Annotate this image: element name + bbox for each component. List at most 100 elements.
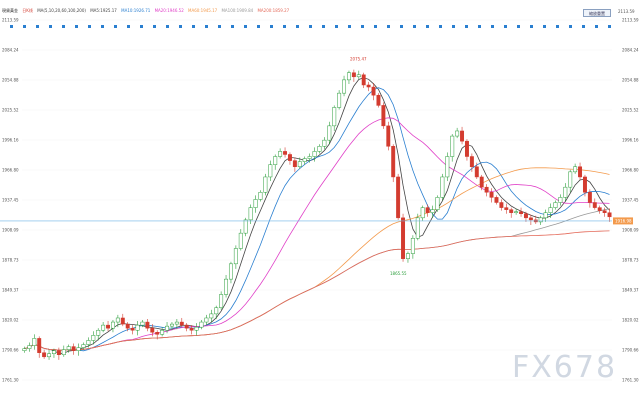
candle-body	[135, 324, 140, 331]
candle-body	[243, 219, 248, 234]
candle-body	[460, 130, 465, 142]
y-tick-label-right: 1937.45	[622, 197, 639, 202]
candle-body	[410, 238, 415, 254]
candle-body	[51, 350, 56, 354]
y-tick-label-right: 2084.24	[622, 47, 639, 52]
candle-body	[302, 158, 307, 162]
candle-body	[297, 161, 302, 167]
candle-body	[219, 294, 224, 309]
annotation-label: 1865.55	[390, 271, 407, 276]
candle-body	[155, 332, 160, 335]
watermark-logo: FX678	[512, 350, 618, 385]
ma20-line	[24, 117, 610, 351]
candle-body	[263, 176, 268, 193]
candle-body	[76, 347, 81, 351]
candle-body	[425, 207, 430, 213]
candle-body	[258, 192, 263, 200]
candle-body	[120, 317, 125, 325]
candle-body	[351, 72, 356, 78]
candle-body	[484, 186, 489, 193]
candle-body	[346, 72, 351, 81]
candle-body	[101, 324, 106, 331]
candle-body	[287, 154, 292, 161]
candle-body	[381, 105, 386, 127]
candle-body	[371, 86, 376, 96]
candle-body	[597, 207, 602, 211]
candle-body	[179, 321, 184, 326]
y-tick-label-right: 1996.16	[622, 138, 639, 143]
candle-body	[189, 327, 194, 331]
candle-body	[283, 151, 288, 155]
candle-body	[568, 171, 573, 188]
candle-body	[292, 160, 297, 167]
candle-body	[233, 248, 238, 265]
candle-body	[504, 207, 509, 210]
candle-body	[514, 211, 519, 213]
candle-body	[278, 151, 283, 157]
moving-average-lines	[24, 77, 610, 355]
candle-body	[553, 202, 558, 208]
y-tick-label: 1878.73	[2, 258, 19, 263]
y-tick-label-right: 1849.37	[622, 288, 639, 293]
y-tick-label: 1966.80	[2, 168, 19, 173]
candle-body	[312, 151, 317, 157]
candle-body	[150, 327, 155, 333]
candle-body	[96, 329, 101, 336]
candle-body	[86, 340, 91, 345]
y-tick-label: 1937.45	[2, 197, 19, 202]
candle-body	[71, 346, 76, 351]
candle-body	[548, 207, 553, 213]
candle-body	[317, 146, 322, 152]
y-tick-label: 1849.37	[2, 288, 19, 293]
candle-body	[130, 327, 135, 331]
y-tick-label-right: 2025.52	[622, 107, 639, 112]
candle-body	[356, 74, 361, 78]
candle-body	[165, 325, 170, 331]
candle-body	[337, 92, 342, 108]
candle-body	[56, 350, 61, 356]
ma200-line	[24, 230, 610, 351]
candle-body	[420, 207, 425, 219]
candle-body	[110, 321, 115, 329]
candle-body	[332, 107, 337, 127]
price-chart[interactable]: 1916.982075.471865.551737.71 2113.592113…	[0, 0, 640, 400]
candle-body	[499, 202, 504, 208]
y-tick-label: 1996.16	[2, 138, 19, 143]
y-tick-label-right: 1966.80	[622, 168, 639, 173]
candle-body	[474, 166, 479, 178]
candle-body	[366, 84, 371, 88]
candle-body	[435, 197, 440, 210]
y-tick-label: 1790.66	[2, 347, 19, 352]
candle-body	[47, 353, 52, 358]
chart-annotations: 1916.982075.471865.551737.71	[0, 56, 633, 276]
candle-body	[376, 94, 381, 106]
candle-body	[268, 164, 273, 178]
candle-body	[228, 263, 233, 280]
candle-body	[386, 125, 391, 147]
candle-body	[160, 329, 165, 335]
candle-body	[607, 212, 612, 218]
candle-body	[523, 213, 528, 219]
candle-body	[140, 321, 145, 326]
candle-body	[115, 317, 120, 323]
candle-body	[214, 307, 219, 315]
candle-body	[91, 335, 96, 341]
candle-body	[307, 156, 312, 159]
candle-body	[106, 324, 111, 329]
candle-body	[361, 74, 366, 86]
candle-body	[248, 207, 253, 221]
y-tick-label-right: 2113.59	[622, 18, 639, 23]
candle-body	[125, 323, 130, 329]
y-tick-label: 2025.52	[2, 107, 19, 112]
y-tick-label: 1820.02	[2, 317, 19, 322]
candle-body	[194, 326, 199, 331]
candle-body	[169, 323, 174, 327]
y-tick-label-right: 2054.88	[622, 77, 639, 82]
candle-body	[32, 338, 37, 346]
candle-body	[253, 199, 258, 208]
candle-body	[184, 324, 189, 329]
candle-body	[543, 212, 548, 219]
candle-body	[469, 156, 474, 167]
candle-body	[450, 135, 455, 157]
candle-body	[509, 209, 514, 213]
